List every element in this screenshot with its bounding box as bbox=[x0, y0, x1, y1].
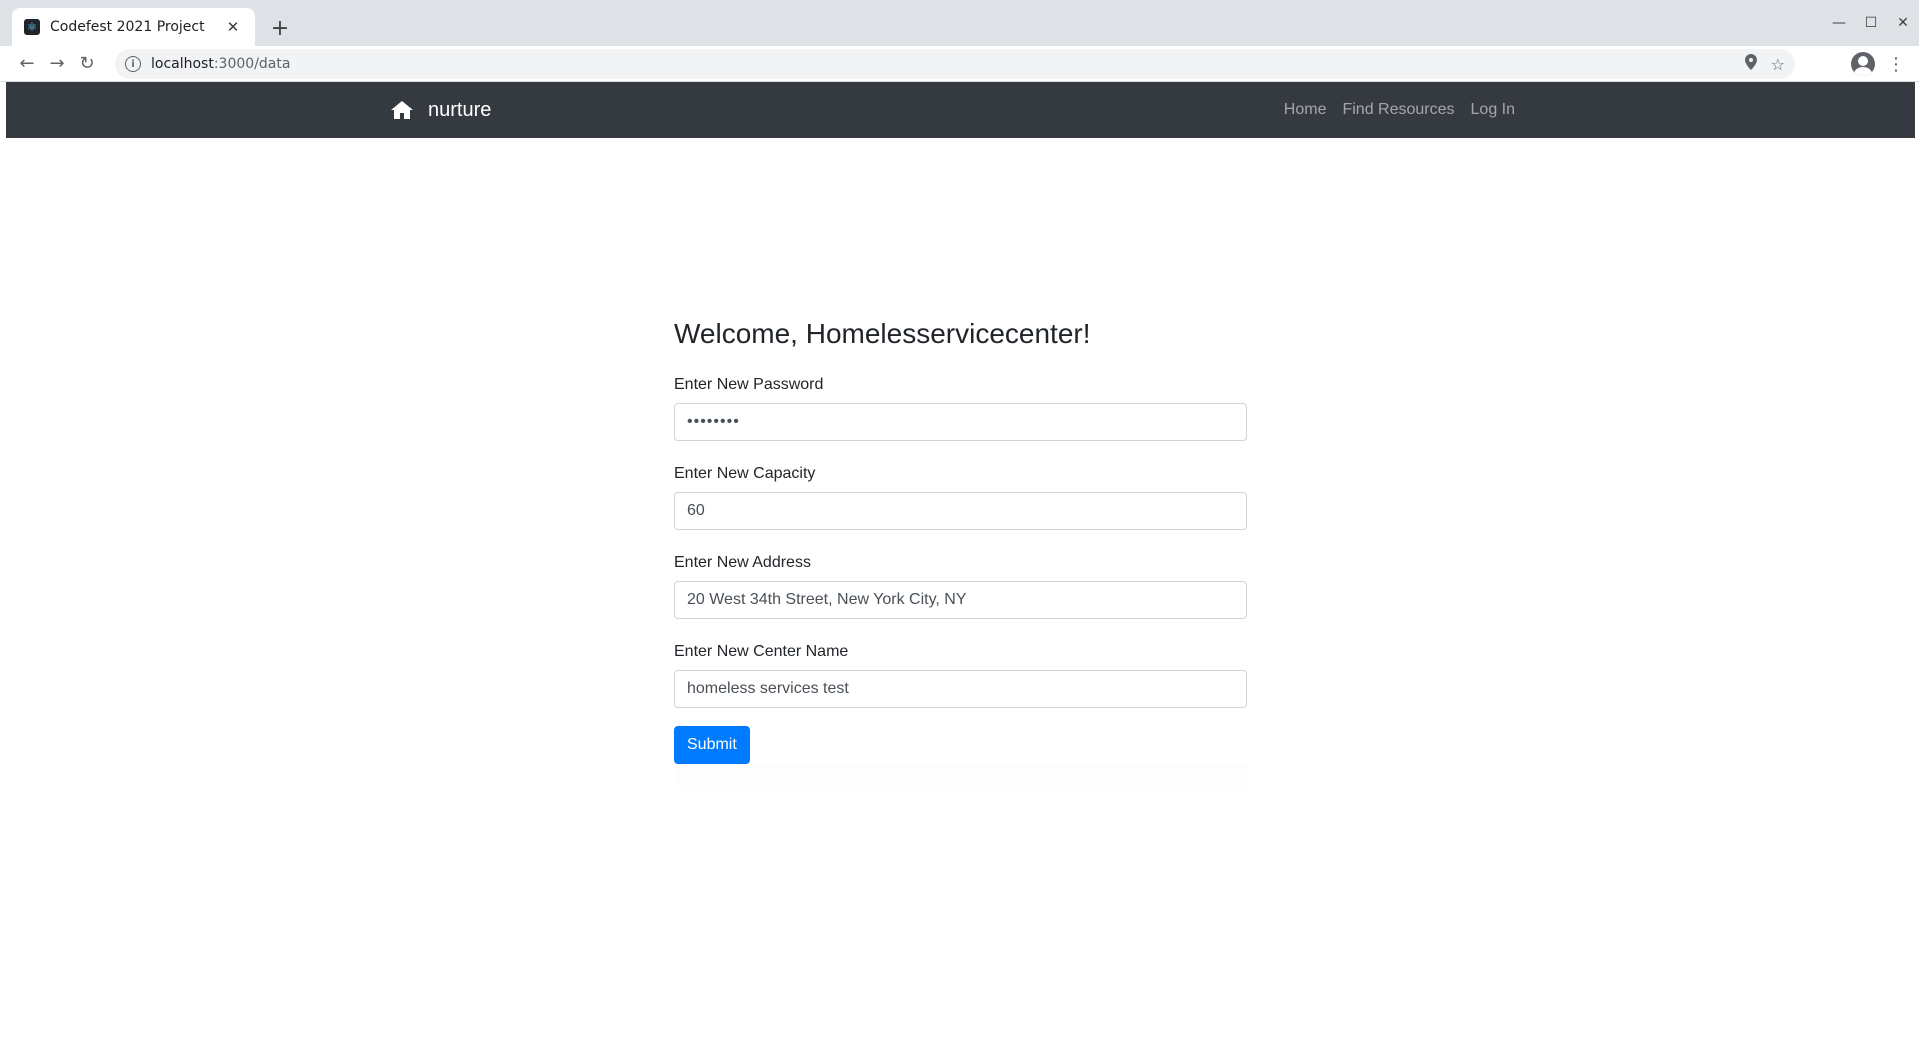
nav-links: Home Find Resources Log In bbox=[1276, 82, 1523, 138]
reload-icon[interactable]: ↻ bbox=[72, 49, 102, 79]
center-name-label: Enter New Center Name bbox=[674, 642, 849, 660]
home-icon bbox=[391, 101, 413, 119]
center-name-field[interactable] bbox=[674, 669, 1247, 708]
page-title: Welcome, Homelesservicecenter! bbox=[674, 318, 1091, 349]
menu-kebab-icon[interactable]: ⋮ bbox=[1881, 49, 1911, 79]
address-field[interactable] bbox=[674, 580, 1247, 619]
password-field[interactable] bbox=[674, 402, 1247, 441]
submit-button[interactable]: Submit bbox=[674, 725, 750, 764]
url-host: localhost bbox=[151, 56, 214, 72]
window-controls: — ☐ ✕ bbox=[1823, 0, 1919, 46]
browser-window: ⚛ Codefest 2021 Project ✕ + — ☐ ✕ ← → ↻ … bbox=[0, 0, 1919, 1049]
brand-link[interactable]: nurture bbox=[390, 82, 491, 138]
maximize-icon[interactable]: ☐ bbox=[1855, 7, 1887, 39]
brand-name: nurture bbox=[428, 98, 492, 121]
omnibox-actions: ☆ bbox=[1744, 54, 1785, 74]
url-text[interactable]: localhost:3000/data bbox=[151, 56, 1745, 72]
capacity-label: Enter New Capacity bbox=[674, 464, 816, 482]
tab-title: Codefest 2021 Project bbox=[50, 19, 205, 35]
bookmark-star-icon[interactable]: ☆ bbox=[1771, 55, 1785, 74]
page-viewport: nurture Home Find Resources Log In Welco… bbox=[6, 82, 1915, 1045]
new-tab-icon[interactable]: + bbox=[266, 14, 294, 42]
close-window-icon[interactable]: ✕ bbox=[1887, 7, 1919, 39]
capacity-field[interactable] bbox=[674, 491, 1247, 530]
browser-tab[interactable]: ⚛ Codefest 2021 Project ✕ bbox=[12, 8, 255, 46]
minimize-icon[interactable]: — bbox=[1823, 7, 1855, 39]
react-icon: ⚛ bbox=[24, 19, 40, 35]
address-label: Enter New Address bbox=[674, 553, 811, 571]
update-center-form: Welcome, Homelesservicecenter! Enter New… bbox=[674, 317, 1247, 786]
site-navbar: nurture Home Find Resources Log In bbox=[6, 82, 1915, 138]
nav-log-in-link[interactable]: Log In bbox=[1463, 101, 1523, 119]
back-arrow-icon[interactable]: ← bbox=[12, 49, 42, 79]
address-bar[interactable]: i localhost:3000/data ☆ bbox=[115, 49, 1795, 79]
form-footer-shade bbox=[674, 763, 1247, 786]
browser-toolbar: ← → ↻ i localhost:3000/data ☆ ⋮ bbox=[0, 46, 1919, 82]
profile-avatar-icon[interactable] bbox=[1851, 52, 1875, 76]
site-info-icon[interactable]: i bbox=[125, 56, 141, 72]
nav-home-link[interactable]: Home bbox=[1276, 101, 1335, 119]
url-path: :3000/data bbox=[213, 56, 291, 72]
toolbar-right: ⋮ bbox=[1851, 49, 1911, 79]
forward-arrow-icon[interactable]: → bbox=[42, 49, 72, 79]
close-tab-icon[interactable]: ✕ bbox=[223, 17, 243, 37]
nav-find-resources-link[interactable]: Find Resources bbox=[1334, 101, 1462, 119]
password-label: Enter New Password bbox=[674, 375, 824, 393]
location-pin-icon[interactable] bbox=[1744, 54, 1757, 74]
